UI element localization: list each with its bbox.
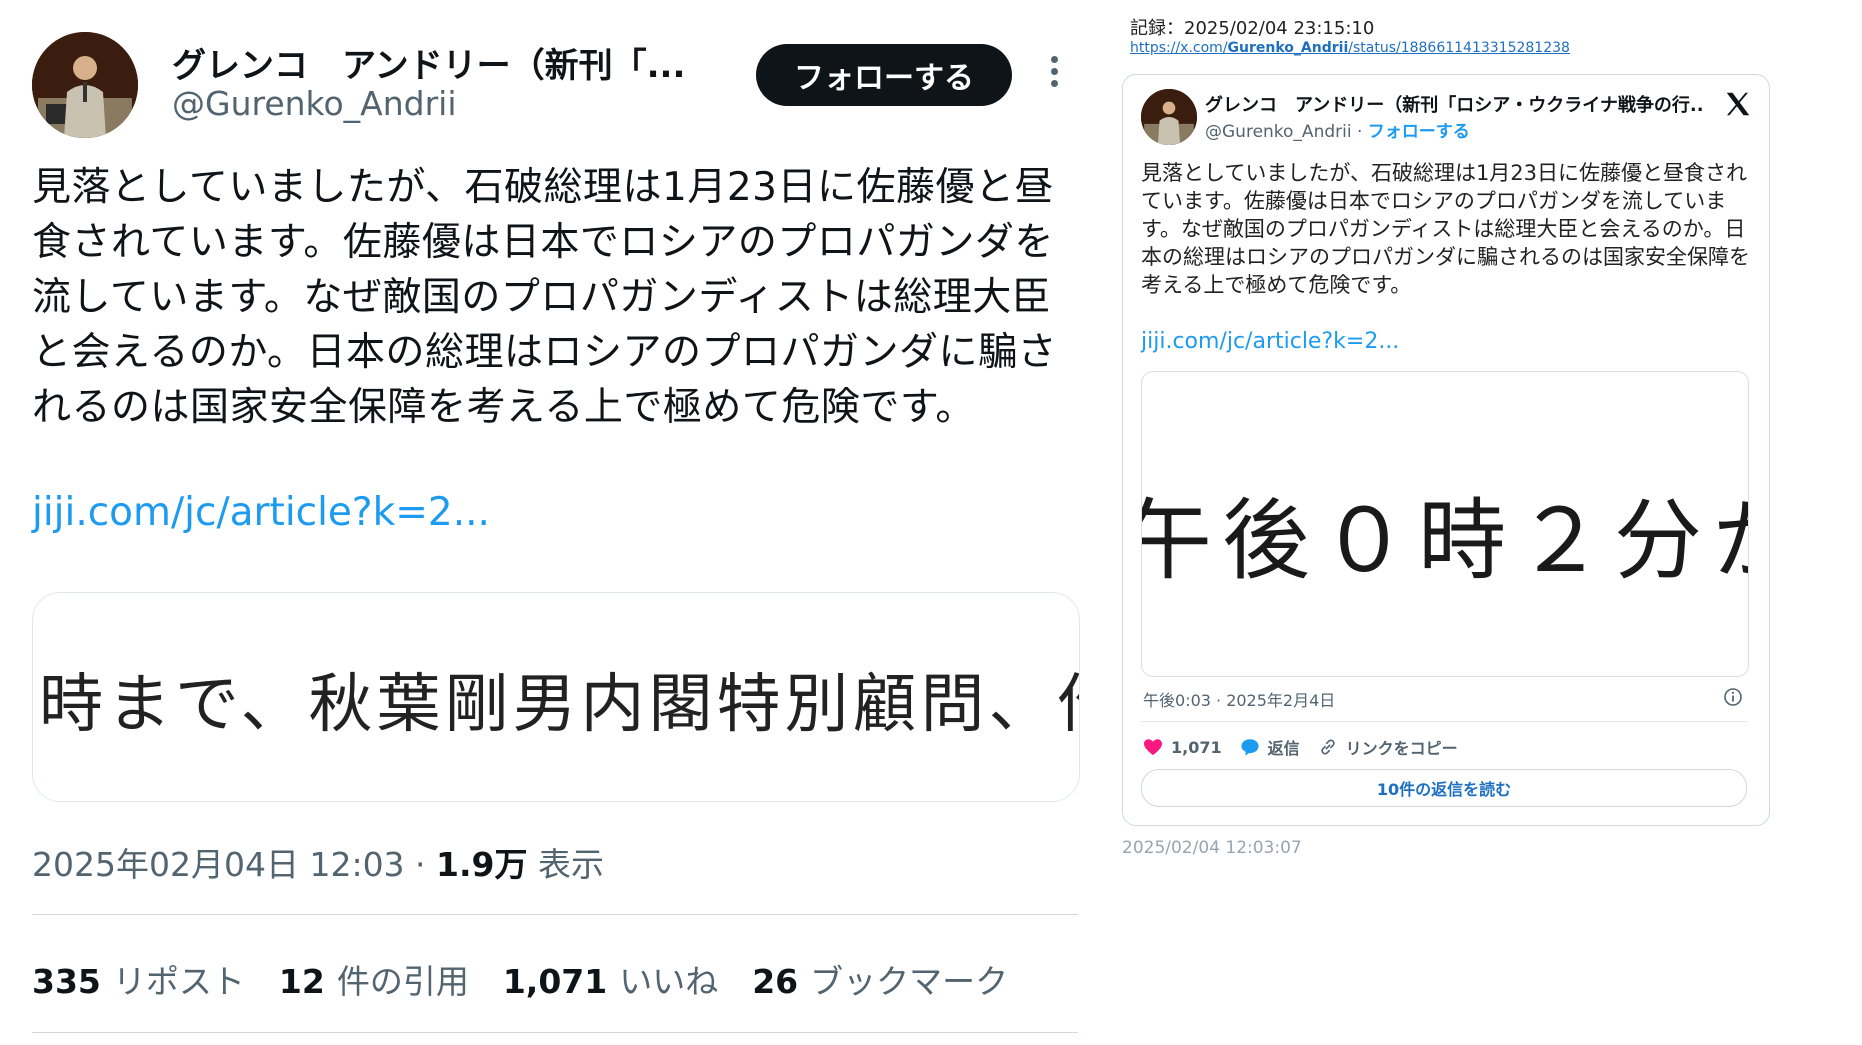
more-options-icon[interactable] — [1048, 56, 1060, 96]
reply-button[interactable]: 返信 — [1240, 735, 1300, 759]
archive-url[interactable]: https://x.com/Gurenko_Andrii/status/1886… — [1130, 40, 1570, 56]
tweet-meta: 2025年02月04日 12:03 · 1.9万 表示 — [32, 838, 604, 886]
read-replies-button[interactable]: 10件の返信を読む — [1141, 769, 1747, 807]
stat-quotes[interactable]: 12 件の引用 — [279, 955, 469, 1003]
image-text: 午後０時２分か — [1141, 489, 1748, 592]
tweet-image[interactable]: 午後０時２分か — [1141, 371, 1749, 677]
divider — [1141, 721, 1747, 722]
views-count: 1.9万 — [436, 845, 528, 884]
stat-count: 1,071 — [502, 962, 608, 1001]
display-name[interactable]: グレンコ アンドリー（新刊「... — [172, 38, 702, 87]
user-handle[interactable]: @Gurenko_Andrii — [172, 84, 457, 123]
like-button[interactable]: 1,071 — [1143, 738, 1222, 757]
copy-link-label: リンクをコピー — [1345, 739, 1458, 758]
meta-separator: · — [404, 845, 437, 884]
url-prefix: https://x.com/ — [1130, 40, 1228, 56]
avatar[interactable] — [32, 32, 138, 138]
stat-count: 335 — [32, 962, 101, 1001]
tweet-detail: グレンコ アンドリー（新刊「... @Gurenko_Andrii フォローする… — [0, 0, 1090, 1045]
tweet-date[interactable]: 2025年02月04日 12:03 — [32, 845, 405, 884]
article-link[interactable]: jiji.com/jc/article?k=2... — [32, 490, 490, 535]
stat-label: リポスト — [112, 962, 245, 1001]
stat-bookmarks[interactable]: 26 ブックマーク — [752, 955, 1008, 1003]
user-handle[interactable]: @Gurenko_Andrii — [1205, 122, 1352, 142]
tweet-date[interactable]: 午後0:03 · 2025年2月4日 — [1143, 687, 1335, 711]
tweet-text: 見落としていましたが、石破総理は1月23日に佐藤優と昼食されています。佐藤優は日… — [32, 165, 1058, 430]
stat-reposts[interactable]: 335 リポスト — [32, 955, 245, 1003]
stat-label: 件の引用 — [336, 962, 469, 1001]
stat-count: 26 — [752, 962, 799, 1001]
copy-link-button[interactable]: リンクをコピー — [1318, 735, 1458, 759]
url-suffix: /status/1886611413315281238 — [1348, 40, 1570, 56]
stat-count: 12 — [278, 962, 325, 1001]
like-count: 1,071 — [1171, 737, 1222, 757]
capture-timestamp: 2025/02/04 12:03:07 — [1122, 838, 1302, 858]
reply-bubble-icon — [1241, 739, 1259, 756]
article-link[interactable]: jiji.com/jc/article?k=2... — [1141, 329, 1399, 354]
heart-icon — [1144, 739, 1162, 756]
stat-label: ブックマーク — [810, 962, 1009, 1001]
stat-likes[interactable]: 1,071 いいね — [503, 955, 718, 1003]
divider — [32, 914, 1078, 915]
x-logo-icon[interactable] — [1723, 89, 1753, 119]
follow-link[interactable]: フォローする — [1368, 122, 1470, 142]
tweet-text: 見落としていましたが、石破総理は1月23日に佐藤優と昼食されています。佐藤優は日… — [1141, 161, 1750, 297]
image-text: 時まで、秋葉剛男内閣特別顧問、作業 — [39, 668, 1080, 742]
stat-label: いいね — [619, 962, 719, 1001]
handle-separator: · — [1351, 122, 1368, 142]
views-label: 表示 — [527, 845, 605, 884]
action-bar: 1,071 返信 リンクをコピー — [1143, 735, 1458, 759]
info-icon[interactable] — [1723, 687, 1743, 707]
divider — [32, 1032, 1078, 1033]
avatar[interactable] — [1141, 89, 1197, 145]
link-icon — [1320, 739, 1335, 755]
url-user: Gurenko_Andrii — [1227, 40, 1349, 56]
handle-row: @Gurenko_Andrii · フォローする — [1205, 117, 1470, 142]
reply-label: 返信 — [1267, 739, 1300, 758]
archive-record-time: 記録：2025/02/04 23:15:10 — [1130, 18, 1375, 39]
engagement-stats: 335 リポスト 12 件の引用 1,071 いいね 26 ブックマーク — [32, 955, 1008, 1003]
follow-button[interactable]: フォローする — [756, 44, 1012, 106]
embedded-tweet-card: グレンコ アンドリー（新刊「ロシア・ウクライナ戦争の行... @Gurenko_… — [1122, 74, 1770, 826]
tweet-image[interactable]: 時まで、秋葉剛男内閣特別顧問、作業 — [32, 592, 1080, 802]
display-name[interactable]: グレンコ アンドリー（新刊「ロシア・ウクライナ戦争の行... — [1205, 91, 1705, 117]
